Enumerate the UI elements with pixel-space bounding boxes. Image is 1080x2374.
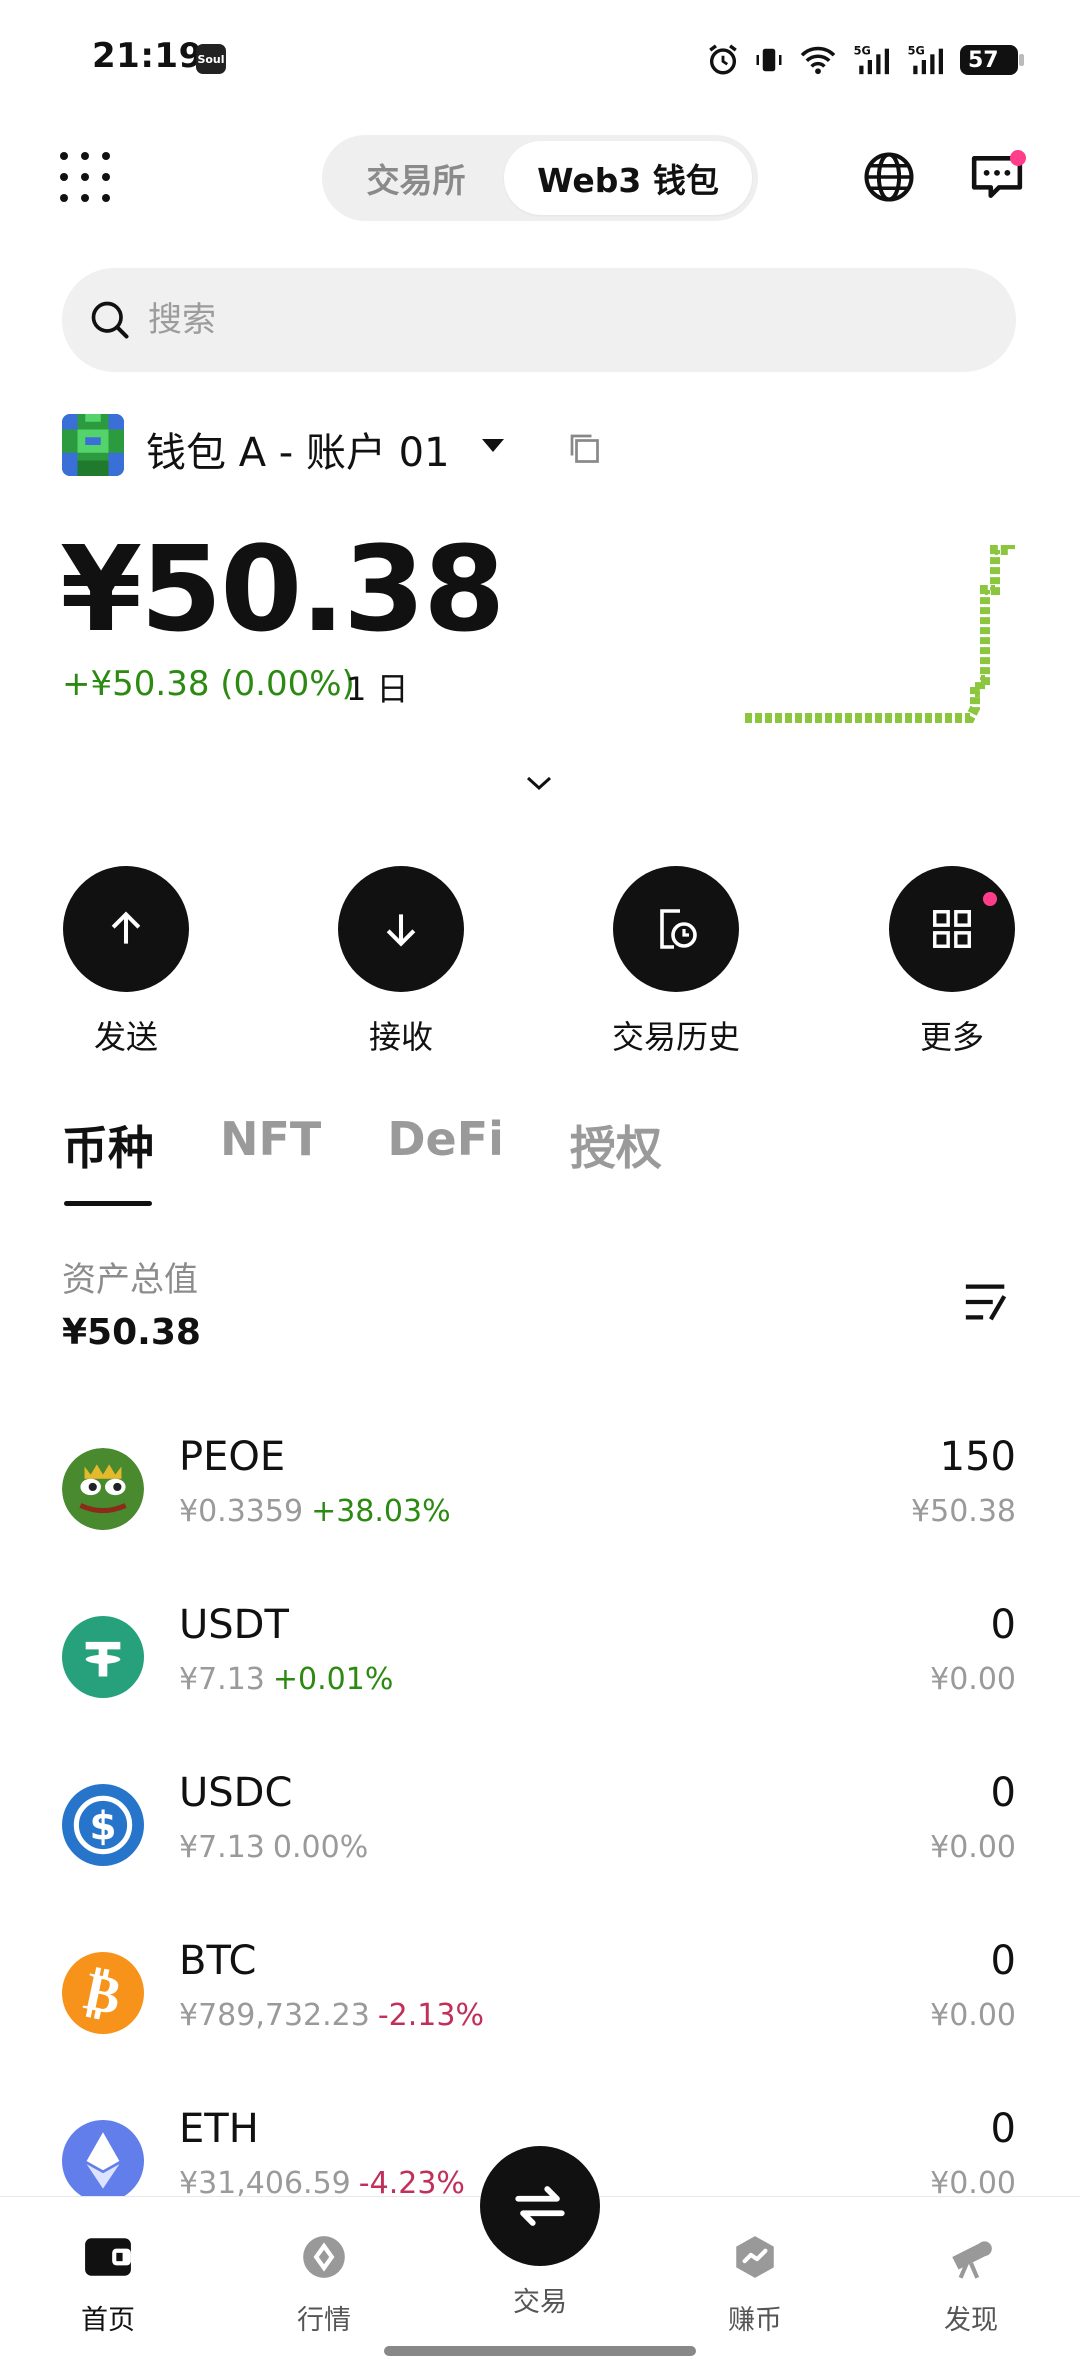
token-row-peoe[interactable]: PEOE ¥0.3359 +38.03% 150 ¥50.38 — [62, 1434, 1016, 1554]
token-price: ¥0.3359 — [179, 1494, 304, 1529]
receive-button[interactable]: 接收 — [336, 866, 466, 1058]
nav-home-label: 首页 — [81, 2305, 135, 2336]
search-icon — [91, 301, 129, 339]
token-symbol: USDC — [179, 1770, 293, 1816]
token-row-usdc[interactable]: $ USDC ¥7.13 0.00% 0 ¥0.00 — [62, 1770, 1016, 1890]
token-amount: 0 — [990, 1770, 1016, 1816]
more-notification-dot — [983, 892, 997, 906]
asset-tabs: 币种 NFT DeFi 授权 — [62, 1112, 662, 1206]
token-amount: 150 — [939, 1434, 1016, 1480]
svg-text:$: $ — [89, 1804, 116, 1849]
token-change: +0.01% — [272, 1662, 394, 1697]
tab-defi[interactable]: DeFi — [387, 1112, 504, 1206]
balance-change: +¥50.38 (0.00%) — [62, 664, 355, 704]
tab-web3-wallet[interactable]: Web3 钱包 — [504, 141, 752, 215]
soul-app-icon: Soul — [196, 44, 226, 74]
vibrate-icon — [756, 48, 782, 72]
change-period[interactable]: 1 日 — [346, 664, 409, 710]
token-value: ¥50.38 — [911, 1494, 1016, 1529]
svg-text:5G: 5G — [854, 43, 871, 57]
status-icons: 5G 5G 57 — [706, 40, 1024, 80]
arrow-down-icon — [386, 914, 416, 947]
grid-icon — [933, 910, 971, 948]
svg-text:₿: ₿ — [79, 1959, 127, 2027]
receive-label: 接收 — [368, 1018, 433, 1056]
history-label: 交易历史 — [611, 1018, 740, 1056]
send-label: 发送 — [93, 1018, 158, 1056]
signal-5g-icon: 5G — [854, 43, 889, 75]
mode-switch: 交易所 Web3 钱包 — [322, 135, 758, 221]
wallet-balance: ¥50.38 — [60, 520, 505, 658]
total-assets-value: ¥50.38 — [62, 1312, 201, 1353]
signal-5g-icon-2: 5G — [908, 43, 943, 75]
nav-discover-label: 发现 — [944, 2305, 998, 2336]
token-symbol: BTC — [179, 1938, 257, 1984]
nav-discover[interactable]: 发现 — [911, 2232, 1031, 2337]
nav-trade-label[interactable]: 交易 — [480, 2280, 600, 2319]
status-time: 21:19 — [92, 36, 203, 76]
token-row-btc[interactable]: ₿ BTC ¥789,732.23 -2.13% 0 ¥0.00 — [62, 1938, 1016, 2058]
trade-button[interactable] — [480, 2146, 600, 2266]
token-symbol: PEOE — [179, 1434, 286, 1480]
more-button[interactable]: 更多 — [887, 866, 1017, 1058]
telescope-icon — [952, 2241, 992, 2279]
history-icon — [660, 909, 697, 949]
tab-tokens[interactable]: 币种 — [62, 1112, 154, 1206]
btc-logo-icon: ₿ — [62, 1952, 144, 2034]
sort-filter-icon[interactable] — [962, 1280, 1012, 1324]
eth-logo-icon — [62, 2120, 144, 2202]
copy-icon[interactable] — [566, 430, 602, 466]
expand-chevron-icon[interactable] — [524, 772, 554, 794]
tab-nft[interactable]: NFT — [220, 1112, 321, 1206]
token-amount: 0 — [990, 2106, 1016, 2152]
wifi-icon — [800, 46, 836, 75]
token-symbol: ETH — [179, 2106, 259, 2152]
nav-market[interactable]: 行情 — [264, 2232, 384, 2337]
nav-earn[interactable]: 赚币 — [695, 2232, 815, 2337]
wallet-avatar[interactable] — [62, 414, 124, 476]
token-price: ¥7.13 — [179, 1830, 265, 1865]
wallet-name[interactable]: 钱包 A - 账户 01 — [146, 420, 450, 478]
tab-approvals[interactable]: 授权 — [570, 1112, 662, 1206]
earn-icon — [736, 2236, 774, 2278]
usdt-logo-icon — [62, 1616, 144, 1698]
token-change: +38.03% — [311, 1494, 451, 1529]
svg-text:5G: 5G — [908, 43, 925, 57]
arrow-up-icon — [111, 911, 141, 944]
token-amount: 0 — [990, 1938, 1016, 1984]
nav-earn-label: 赚币 — [728, 2305, 782, 2336]
token-row-usdt[interactable]: USDT ¥7.13 +0.01% 0 ¥0.00 — [62, 1602, 1016, 1722]
history-button[interactable]: 交易历史 — [611, 866, 741, 1058]
token-value: ¥0.00 — [930, 1662, 1016, 1697]
search-bar[interactable] — [62, 268, 1016, 372]
swap-icon — [515, 2186, 565, 2226]
alarm-icon — [709, 44, 737, 75]
token-amount: 0 — [990, 1602, 1016, 1648]
nav-market-label: 行情 — [297, 2305, 351, 2336]
market-icon — [303, 2236, 345, 2278]
token-price: ¥789,732.23 — [179, 1998, 370, 2033]
chevron-down-icon[interactable] — [482, 439, 504, 452]
wallet-icon — [85, 2238, 131, 2276]
more-label: 更多 — [919, 1018, 984, 1056]
battery-icon: 57 — [960, 45, 1024, 75]
search-input[interactable] — [148, 300, 948, 340]
nav-home[interactable]: 首页 — [48, 2232, 168, 2337]
balance-sparkline — [745, 545, 1015, 723]
token-value: ¥0.00 — [930, 1830, 1016, 1865]
apps-grid-icon[interactable] — [60, 152, 110, 202]
total-assets-label: 资产总值 — [62, 1260, 198, 1300]
token-change: -2.13% — [377, 1998, 484, 2033]
token-change: 0.00% — [272, 1830, 369, 1865]
tab-exchange[interactable]: 交易所 — [328, 141, 504, 215]
token-symbol: USDT — [179, 1602, 289, 1648]
peoe-logo-icon — [62, 1448, 144, 1530]
token-value: ¥0.00 — [930, 1998, 1016, 2033]
notification-dot — [1010, 150, 1026, 166]
usdc-logo-icon: $ — [62, 1784, 144, 1866]
globe-icon[interactable] — [862, 150, 916, 204]
home-indicator[interactable] — [384, 2346, 696, 2356]
send-button[interactable]: 发送 — [61, 866, 191, 1058]
token-price: ¥7.13 — [179, 1662, 265, 1697]
